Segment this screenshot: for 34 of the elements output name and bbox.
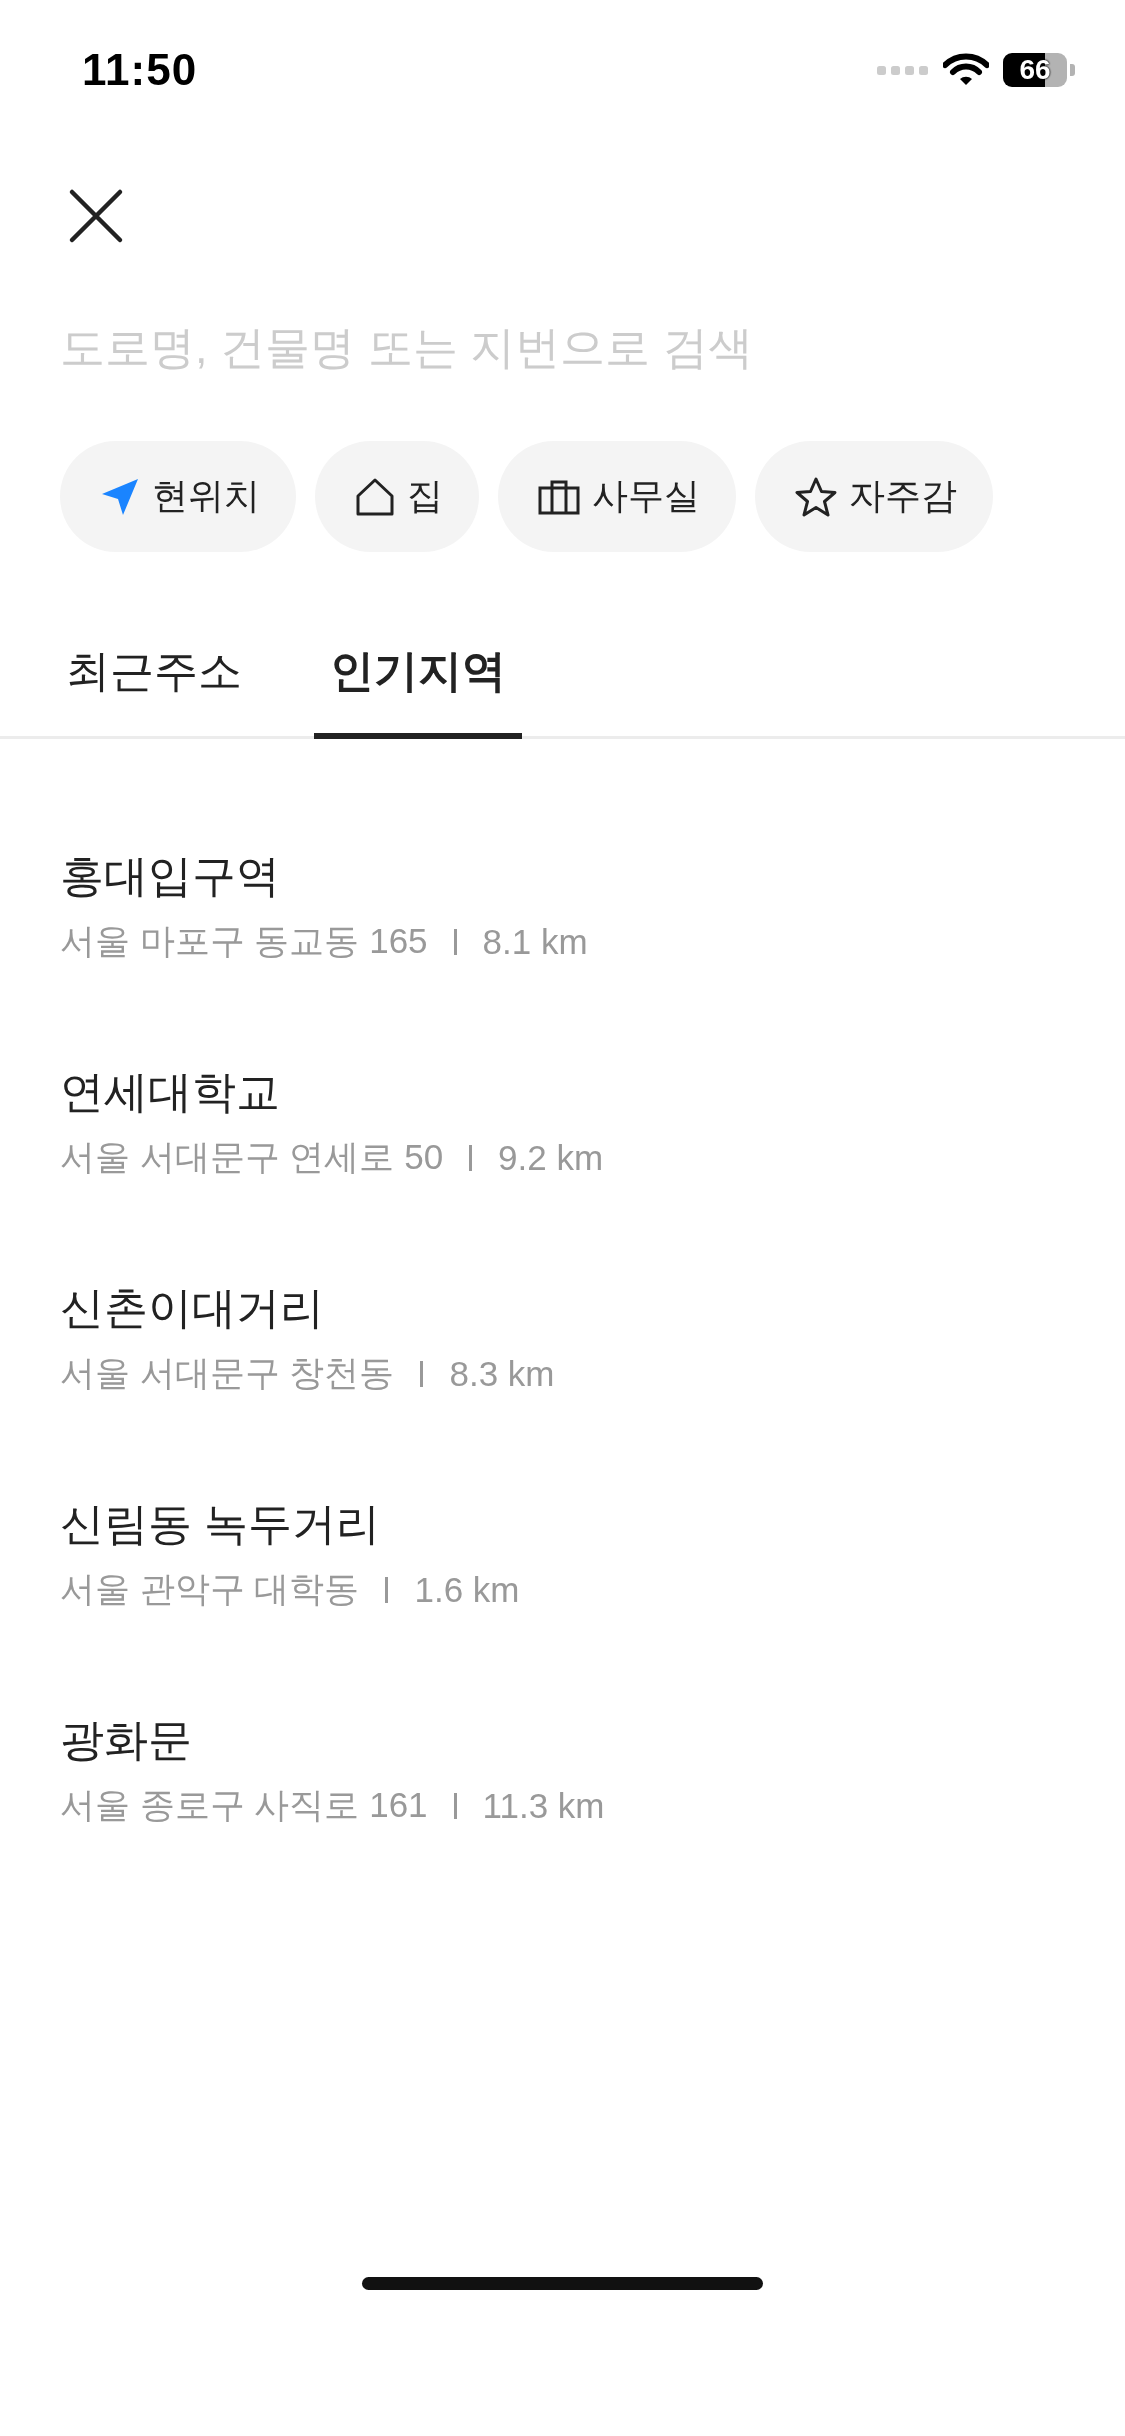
distance: 1.6 km — [414, 1569, 520, 1610]
shortcut-chip[interactable]: 자주감 — [755, 441, 993, 552]
wifi-icon — [943, 53, 989, 87]
place-name: 광화문 — [60, 1714, 193, 1766]
place-address: 서울 서대문구 연세로 50 — [60, 1136, 444, 1178]
tab[interactable]: 최근주소 — [50, 622, 258, 739]
place-address: 서울 관악구 대학동 — [60, 1568, 360, 1610]
distance: 8.3 km — [449, 1353, 555, 1394]
star-icon — [795, 476, 837, 517]
place-address: 서울 마포구 동교동 165 — [60, 920, 428, 962]
tab[interactable]: 인기지역 — [314, 622, 522, 739]
place-item[interactable]: 홍대입구역 서울 마포구 동교동 165 8.1 km — [0, 809, 1125, 1025]
briefcase-icon — [538, 478, 580, 515]
place-name: 홍대입구역 — [60, 850, 281, 902]
place-address: 서울 서대문구 창천동 — [60, 1352, 395, 1394]
place-item[interactable]: 광화문 서울 종로구 사직로 161 11.3 km — [0, 1673, 1125, 1889]
location-arrow-icon — [100, 476, 140, 517]
distance: 8.1 km — [482, 921, 588, 962]
shortcut-chip[interactable]: 사무실 — [498, 441, 736, 552]
place-address: 서울 종로구 사직로 161 — [60, 1784, 428, 1826]
close-icon — [68, 187, 124, 244]
place-item[interactable]: 연세대학교 서울 서대문구 연세로 50 9.2 km — [0, 1025, 1125, 1241]
place-name: 연세대학교 — [60, 1066, 281, 1118]
place-item[interactable]: 신림동 녹두거리 서울 관악구 대학동 1.6 km — [0, 1457, 1125, 1673]
distance: 11.3 km — [482, 1785, 605, 1826]
place-name: 신촌이대거리 — [60, 1282, 325, 1334]
shortcut-chip[interactable]: 현위치 — [60, 441, 296, 552]
distance: 9.2 km — [498, 1137, 604, 1178]
place-item[interactable]: 신촌이대거리 서울 서대문구 창천동 8.3 km — [0, 1241, 1125, 1457]
place-name: 신림동 녹두거리 — [60, 1498, 382, 1550]
home-icon — [355, 476, 395, 517]
shortcut-chip[interactable]: 집 — [315, 441, 479, 552]
signal-icon — [877, 64, 929, 76]
clock: 11:50 — [82, 45, 198, 95]
